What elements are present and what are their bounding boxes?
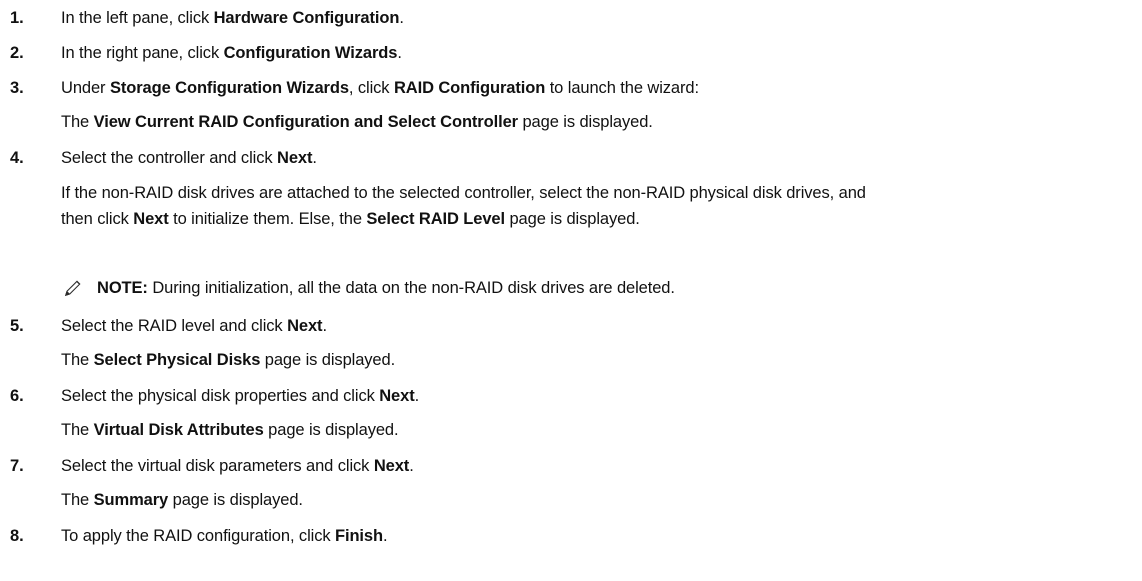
ui-term: Finish bbox=[334, 527, 383, 545]
step-text-segment: . bbox=[397, 44, 402, 62]
step-detail: The Select Physical Disks page is displa… bbox=[61, 350, 395, 370]
step-number: 6. bbox=[10, 387, 24, 405]
step-text-segment: Under bbox=[61, 79, 110, 97]
ui-term: Next bbox=[379, 387, 415, 405]
step-text-segment: page is displayed. bbox=[505, 210, 640, 228]
ui-term: Storage Configuration Wizards bbox=[109, 79, 349, 97]
step-text: Select the controller and click Next. bbox=[61, 148, 317, 168]
ui-term: Configuration Wizards bbox=[223, 44, 398, 62]
ui-term: Next bbox=[277, 149, 313, 167]
step-text-segment: page is displayed. bbox=[260, 351, 396, 369]
step-text-segment: Select the virtual disk parameters and c… bbox=[61, 457, 374, 475]
step-text: In the right pane, click Configuration W… bbox=[61, 43, 402, 63]
instruction-document: 1. In the left pane, click Hardware Confi… bbox=[0, 0, 1142, 581]
step-text-segment: The bbox=[61, 491, 94, 509]
step-text: In the left pane, click Hardware Configu… bbox=[61, 8, 404, 28]
step-text-segment: The bbox=[61, 113, 94, 131]
step-number: 8. bbox=[10, 527, 24, 545]
step-text-segment: , click bbox=[348, 79, 394, 97]
ui-term: Hardware Configuration bbox=[213, 9, 400, 27]
step-text-segment: . bbox=[312, 149, 317, 167]
step-text-segment: . bbox=[399, 9, 404, 27]
ui-term: Select RAID Level bbox=[366, 210, 505, 228]
ui-term: Next bbox=[287, 317, 323, 335]
step-number: 4. bbox=[10, 149, 24, 167]
step-text: Select the virtual disk parameters and c… bbox=[61, 456, 414, 476]
ui-term: RAID Configuration bbox=[393, 79, 546, 97]
step-text-segment: . bbox=[322, 317, 327, 335]
step-text: Select the physical disk properties and … bbox=[61, 386, 419, 406]
step-number: 5. bbox=[10, 317, 24, 335]
step-text-segment: to initialize them. Else, the bbox=[168, 210, 367, 228]
step-detail: If the non-RAID disk drives are attached… bbox=[61, 183, 866, 203]
step-text-segment: to launch the wizard: bbox=[545, 79, 699, 97]
step-text-segment: In the left pane, click bbox=[61, 9, 214, 27]
step-number: 2. bbox=[10, 44, 24, 62]
step-detail: The View Current RAID Configuration and … bbox=[61, 112, 653, 132]
step-text-segment: page is displayed. bbox=[168, 491, 303, 509]
note-body: During initialization, all the data on t… bbox=[147, 279, 675, 297]
step-text-segment: To apply the RAID configuration, click bbox=[61, 527, 335, 545]
step-text-segment: page is displayed. bbox=[517, 113, 653, 131]
ui-term: Select Physical Disks bbox=[93, 351, 261, 369]
ui-term: View Current RAID Configuration and Sele… bbox=[93, 113, 518, 131]
step-detail: The Summary page is displayed. bbox=[61, 490, 303, 510]
step-text: Select the RAID level and click Next. bbox=[61, 316, 327, 336]
step-text-segment: . bbox=[382, 527, 388, 545]
step-text-segment: . bbox=[414, 387, 420, 405]
step-text: To apply the RAID configuration, click F… bbox=[61, 526, 388, 546]
step-text-segment: page is displayed. bbox=[263, 421, 399, 439]
step-number: 3. bbox=[10, 79, 24, 97]
step-text-segment: Select the controller and click bbox=[61, 149, 277, 167]
step-text-segment: then click bbox=[61, 210, 134, 228]
step-text-segment: In the right pane, click bbox=[61, 44, 224, 62]
ui-term: Summary bbox=[93, 491, 169, 509]
step-detail: The Virtual Disk Attributes page is disp… bbox=[61, 420, 399, 440]
step-number: 1. bbox=[10, 9, 24, 27]
step-text-segment: Select the physical disk properties and … bbox=[61, 387, 380, 405]
step-detail: then click Next to initialize them. Else… bbox=[61, 209, 640, 229]
ui-term: Virtual Disk Attributes bbox=[93, 421, 264, 439]
note-text: NOTE: During initialization, all the dat… bbox=[97, 278, 675, 298]
step-text-segment: Select the RAID level and click bbox=[61, 317, 288, 335]
note-pencil-icon bbox=[63, 278, 83, 298]
step-text-segment: The bbox=[61, 351, 94, 369]
step-text-segment: . bbox=[409, 457, 414, 475]
step-text-segment: If the non-RAID disk drives are attached… bbox=[61, 184, 866, 202]
step-text: Under Storage Configuration Wizards, cli… bbox=[61, 78, 699, 98]
note-label: NOTE: bbox=[97, 279, 148, 297]
step-number: 7. bbox=[10, 457, 24, 475]
step-text-segment: The bbox=[61, 421, 94, 439]
ui-term: Next bbox=[133, 210, 169, 228]
ui-term: Next bbox=[373, 457, 410, 475]
